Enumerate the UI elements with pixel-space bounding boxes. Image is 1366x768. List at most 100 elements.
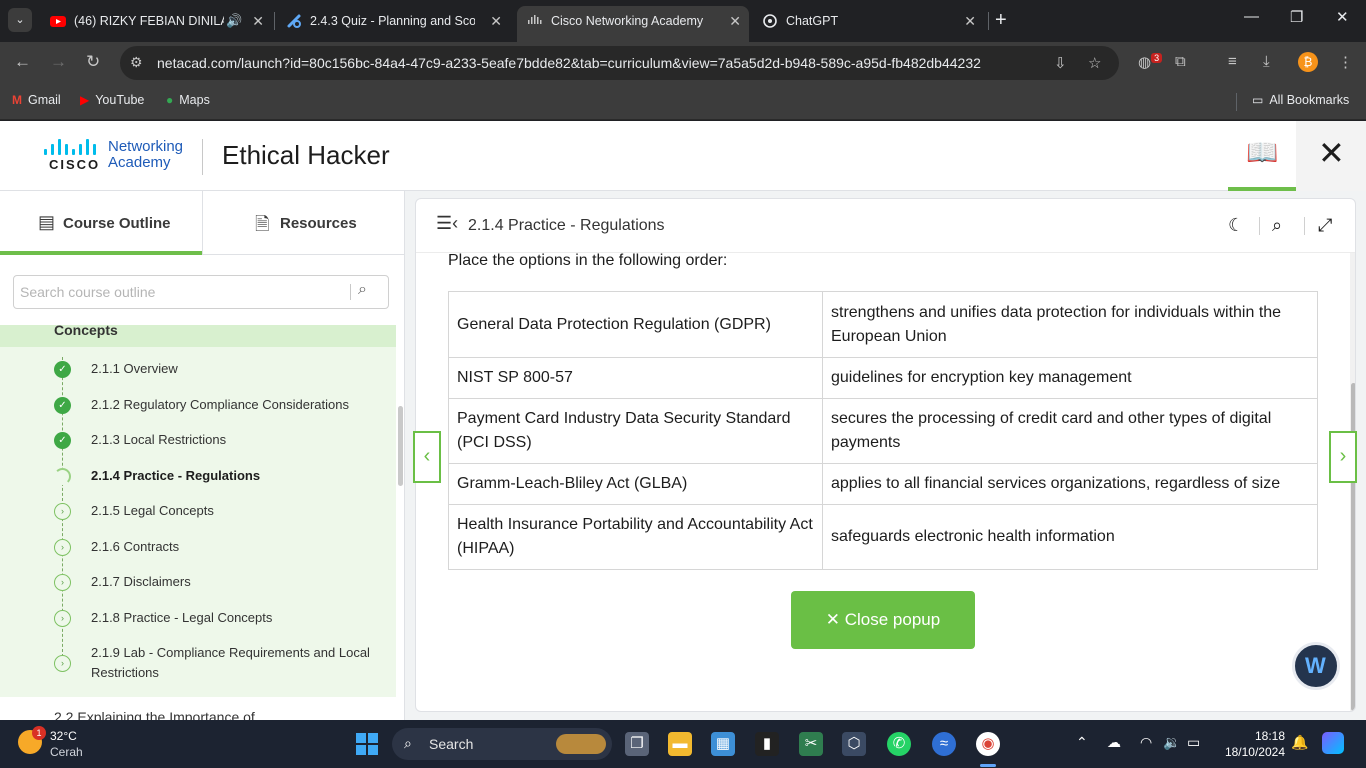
- photos-icon[interactable]: ▦: [711, 732, 735, 756]
- windows-start-icon[interactable]: [356, 733, 378, 755]
- table-cell-term: Gramm-Leach-Bliley Act (GLBA): [448, 463, 823, 505]
- search-icon[interactable]: ⌕: [1272, 215, 1282, 236]
- outline-search-input[interactable]: [20, 280, 340, 304]
- weather-widget[interactable]: 1 32°C Cerah: [18, 726, 118, 762]
- chrome-icon[interactable]: ◉: [976, 732, 1000, 756]
- battery-icon[interactable]: ▭: [1187, 734, 1200, 751]
- url-text[interactable]: netacad.com/launch?id=80c156bc-84a4-47c9…: [157, 55, 981, 71]
- window-close-icon[interactable]: ✕: [1336, 8, 1349, 26]
- bookmarks-separator: [1236, 93, 1237, 111]
- browser-tab-chatgpt[interactable]: ChatGPT ✕: [752, 6, 984, 36]
- page-title: 2.1.4 Practice - Regulations: [468, 217, 665, 234]
- chevron-right-icon: ›: [1339, 445, 1347, 467]
- omnibox[interactable]: ⚙ netacad.com/launch?id=80c156bc-84a4-47…: [120, 46, 1119, 80]
- close-tab-icon[interactable]: ✕: [490, 6, 502, 36]
- outline-search: ⌕: [13, 275, 389, 309]
- downloads-icon[interactable]: ⤓: [1263, 53, 1270, 70]
- speaker-icon[interactable]: 🔊: [226, 6, 242, 36]
- whatsapp-icon[interactable]: ✆: [887, 732, 911, 756]
- task-view-icon[interactable]: ❐: [625, 732, 649, 756]
- new-tab-plus-icon[interactable]: +: [995, 9, 1007, 31]
- close-tab-icon[interactable]: ✕: [729, 6, 741, 36]
- close-course-button[interactable]: ✕: [1296, 121, 1366, 191]
- bookmark-label: All Bookmarks: [1269, 93, 1350, 107]
- extension-badge-count: 3: [1151, 53, 1163, 63]
- chevron-right-icon: ›: [54, 610, 71, 627]
- site-info-icon[interactable]: ⚙: [130, 54, 148, 72]
- file-explorer-icon[interactable]: ▬: [668, 732, 692, 756]
- cisco-networking-academy-logo[interactable]: CISCO Networking Academy: [44, 139, 194, 175]
- chevron-right-icon: ›: [54, 655, 71, 672]
- kebab-menu-icon[interactable]: ⋮: [1338, 53, 1353, 71]
- minimize-icon[interactable]: —: [1244, 8, 1259, 25]
- bookmark-label: YouTube: [95, 93, 145, 107]
- install-app-icon[interactable]: ⇩: [1054, 54, 1067, 72]
- floating-assistant-button[interactable]: W: [1292, 642, 1340, 690]
- notification-bell-icon[interactable]: 🔔: [1291, 734, 1308, 751]
- dark-mode-moon-icon[interactable]: ☾: [1228, 215, 1244, 236]
- browser-tab-youtube[interactable]: (46) RIZKY FEBIAN DINILAI 🔊 ✕: [40, 6, 272, 36]
- snipping-tool-icon[interactable]: ✂: [799, 732, 823, 756]
- taskbar-search[interactable]: ⌕ Search: [392, 728, 612, 760]
- tradingview-icon[interactable]: ▮: [755, 732, 779, 756]
- all-bookmarks[interactable]: ▭ All Bookmarks: [1252, 93, 1349, 107]
- outline-item-label: 2.1.7 Disclaimers: [91, 574, 191, 589]
- cisco-bars-icon: [44, 139, 100, 155]
- forward-arrow-icon[interactable]: →: [50, 52, 67, 72]
- header-divider: [202, 139, 203, 175]
- browser-tab-quiz[interactable]: 2.4.3 Quiz - Planning and Scopi ✕: [276, 6, 510, 36]
- course-title: Ethical Hacker: [222, 140, 390, 170]
- restore-icon[interactable]: ❐: [1290, 8, 1303, 26]
- close-tab-icon[interactable]: ✕: [964, 6, 976, 36]
- sidebar-scrollbar[interactable]: [398, 406, 403, 486]
- next-section-title[interactable]: 2.2 Explaining the Importance of: [54, 709, 255, 720]
- close-icon: ✕: [825, 610, 845, 629]
- outline-item-label: 2.1.2 Regulatory Compliance Consideratio…: [91, 397, 349, 412]
- system-clock[interactable]: 18:18 18/10/2024: [1215, 728, 1285, 760]
- tab-resources[interactable]: 🗎 Resources: [202, 191, 404, 255]
- reload-icon[interactable]: ↻: [86, 52, 100, 72]
- previous-page-button[interactable]: ‹: [413, 431, 441, 483]
- close-popup-button[interactable]: ✕ Close popup: [791, 591, 975, 649]
- bookmark-youtube[interactable]: ▶ YouTube: [80, 93, 144, 107]
- table-row: Gramm-Leach-Bliley Act (GLBA) applies to…: [448, 463, 1318, 505]
- close-tab-icon[interactable]: ✕: [252, 6, 264, 36]
- bookmark-star-icon[interactable]: ☆: [1088, 54, 1101, 72]
- course-header: CISCO Networking Academy Ethical Hacker …: [0, 121, 1366, 191]
- onedrive-cloud-icon[interactable]: ☁: [1107, 734, 1121, 751]
- bitcoin-extension-icon[interactable]: ₿: [1298, 52, 1318, 72]
- tab-search-chevron-icon[interactable]: ⌄: [8, 8, 32, 32]
- active-app-indicator: [980, 764, 996, 767]
- logo-academy-text: Academy: [108, 154, 171, 171]
- media-control-icon[interactable]: ≡: [1228, 53, 1237, 70]
- back-arrow-icon[interactable]: ←: [14, 52, 31, 72]
- weather-condition: Cerah: [50, 745, 83, 759]
- volume-icon[interactable]: 🔉: [1163, 734, 1180, 751]
- bookmarks-bar: M Gmail ▶ YouTube ● Maps ▭ All Bookmarks: [0, 84, 1366, 120]
- section-header[interactable]: Concepts: [0, 325, 396, 347]
- tray-overflow-chevron-icon[interactable]: ⌃: [1076, 734, 1088, 751]
- next-page-button[interactable]: ›: [1329, 431, 1357, 483]
- browser-tab-cisco[interactable]: Cisco Networking Academy ✕: [517, 6, 749, 42]
- clock-time: 18:18: [1254, 729, 1285, 743]
- wifi-icon[interactable]: ◠: [1140, 734, 1152, 751]
- search-divider: [350, 284, 351, 300]
- browser-tab-bar: ⌄ (46) RIZKY FEBIAN DINILAI 🔊 ✕ 2.4.3 Qu…: [0, 0, 1366, 42]
- collapse-menu-icon[interactable]: ☰‹: [436, 213, 458, 234]
- maps-pin-icon: ●: [166, 93, 174, 107]
- search-icon[interactable]: ⌕: [358, 281, 367, 299]
- tab-course-outline[interactable]: ▤ Course Outline: [0, 191, 202, 255]
- bookmark-maps[interactable]: ● Maps: [166, 93, 210, 107]
- extension-badge-icon[interactable]: ◍ 3: [1138, 53, 1163, 71]
- open-book-icon: 📖: [1246, 137, 1279, 167]
- extensions-puzzle-icon[interactable]: ⧉: [1175, 53, 1186, 70]
- 3d-box-icon[interactable]: ⬡: [842, 732, 866, 756]
- wave-app-icon[interactable]: ≈: [932, 732, 956, 756]
- youtube-icon: ▶: [80, 93, 90, 107]
- course-book-button[interactable]: 📖: [1228, 121, 1296, 191]
- folder-icon: ▭: [1252, 93, 1264, 107]
- copilot-icon[interactable]: [1322, 732, 1344, 754]
- bookmark-gmail[interactable]: M Gmail: [12, 93, 61, 107]
- expand-icon[interactable]: ⤢: [1318, 215, 1332, 236]
- windows-taskbar: 1 32°C Cerah ⌕ Search ❐ ▬ ▦ ▮ ✂ ⬡ ✆ ≈ ◉ …: [0, 720, 1366, 768]
